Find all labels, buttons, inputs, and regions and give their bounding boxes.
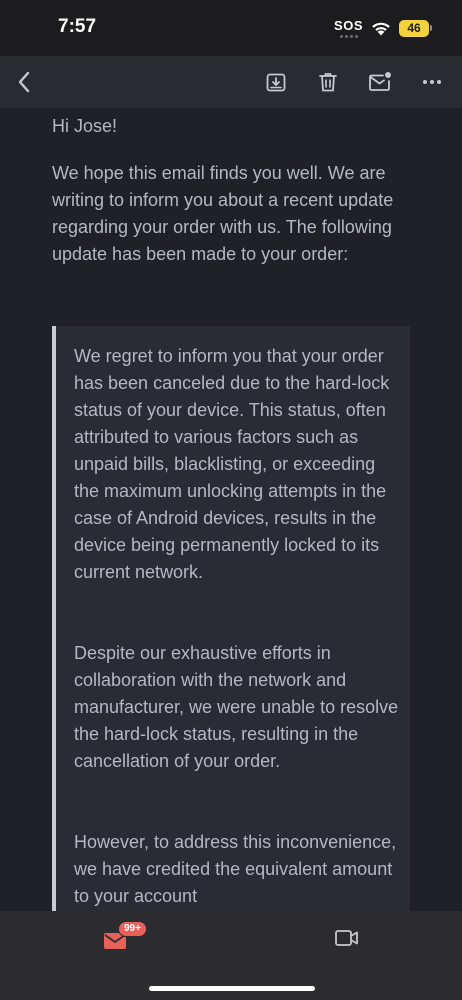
mark-unread-button[interactable] bbox=[366, 68, 394, 96]
quote-paragraph: Despite our exhaustive efforts in collab… bbox=[74, 643, 399, 771]
home-indicator[interactable] bbox=[149, 986, 315, 991]
more-icon bbox=[423, 80, 441, 84]
wifi-icon bbox=[372, 22, 390, 35]
trash-icon bbox=[319, 73, 337, 92]
sos-label: SOS bbox=[334, 17, 363, 33]
email-greeting: Hi Jose! bbox=[52, 116, 118, 136]
email-body: Hi Jose! We hope this email finds you we… bbox=[0, 108, 462, 911]
email-screen: 7:57 SOS 46 Hi Jose! We hope this email … bbox=[0, 0, 462, 1000]
email-intro: We hope this email finds you well. We ar… bbox=[52, 163, 394, 264]
email-toolbar bbox=[0, 56, 462, 108]
tab-video[interactable] bbox=[334, 927, 360, 949]
status-indicators: SOS 46 bbox=[334, 17, 432, 39]
video-icon bbox=[335, 930, 358, 946]
sos-indicator: SOS bbox=[334, 19, 363, 38]
more-button[interactable] bbox=[418, 68, 446, 96]
unread-count-badge: 99+ bbox=[118, 921, 147, 937]
status-bar: 7:57 SOS 46 bbox=[0, 0, 462, 56]
battery-level: 46 bbox=[399, 19, 429, 37]
email-blockquote: We regret to inform you that your order … bbox=[52, 326, 410, 911]
archive-icon bbox=[266, 73, 286, 92]
chevron-left-icon bbox=[18, 71, 30, 93]
status-time: 7:57 bbox=[58, 16, 97, 37]
quote-paragraph: However, to address this inconvenience, … bbox=[74, 832, 397, 906]
delete-button[interactable] bbox=[314, 68, 342, 96]
tab-mail[interactable]: 99+ bbox=[103, 921, 151, 955]
signal-dots-icon bbox=[339, 34, 358, 38]
mark-unread-icon bbox=[369, 72, 391, 91]
battery-indicator: 46 bbox=[399, 19, 432, 37]
battery-cap bbox=[430, 25, 432, 31]
archive-button[interactable] bbox=[262, 68, 290, 96]
back-button[interactable] bbox=[10, 68, 38, 96]
quote-paragraph: We regret to inform you that your order … bbox=[74, 346, 390, 582]
